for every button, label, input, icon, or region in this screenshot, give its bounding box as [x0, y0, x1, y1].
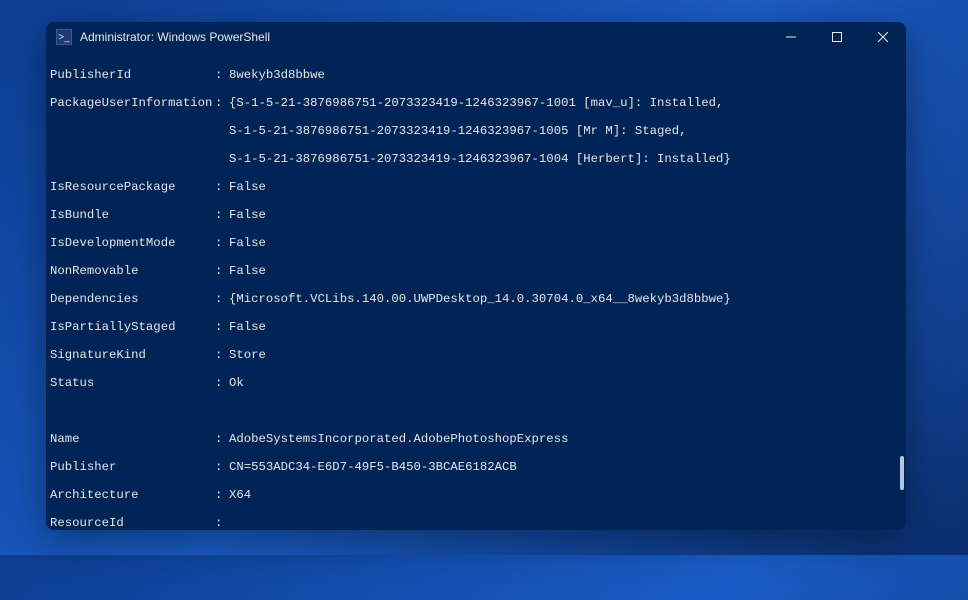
separator: : [215, 180, 229, 194]
separator: : [215, 68, 229, 82]
window-controls [768, 22, 906, 52]
field-value: False [229, 180, 900, 194]
separator: : [215, 208, 229, 222]
field-value: CN=553ADC34-E6D7-49F5-B450-3BCAE6182ACB [229, 460, 900, 474]
field-label: SignatureKind [50, 348, 215, 362]
field-label: Dependencies [50, 292, 215, 306]
separator: : [215, 432, 229, 446]
field-label: IsPartiallyStaged [50, 320, 215, 334]
window-title: Administrator: Windows PowerShell [80, 30, 768, 44]
close-button[interactable] [860, 22, 906, 52]
field-label: ResourceId [50, 516, 215, 530]
titlebar[interactable]: >_ Administrator: Windows PowerShell [46, 22, 906, 52]
field-label: IsDevelopmentMode [50, 236, 215, 250]
field-label: NonRemovable [50, 264, 215, 278]
separator: : [215, 264, 229, 278]
scrollbar-thumb[interactable] [900, 456, 904, 490]
separator: : [215, 348, 229, 362]
separator: : [215, 376, 229, 390]
field-value: X64 [229, 488, 900, 502]
field-label: Status [50, 376, 215, 390]
field-value: 8wekyb3d8bbwe [229, 68, 900, 82]
field-value: False [229, 320, 900, 334]
field-value-cont: S-1-5-21-3876986751-2073323419-124632396… [50, 152, 900, 166]
field-value-cont: S-1-5-21-3876986751-2073323419-124632396… [50, 124, 900, 138]
separator: : [215, 96, 229, 110]
terminal-output[interactable]: PublisherId:8wekyb3d8bbwe PackageUserInf… [46, 52, 906, 530]
maximize-button[interactable] [814, 22, 860, 52]
scrollbar-track[interactable] [892, 52, 906, 530]
field-value: False [229, 208, 900, 222]
field-value [229, 516, 900, 530]
field-value: {S-1-5-21-3876986751-2073323419-12463239… [229, 96, 900, 110]
field-label: IsResourcePackage [50, 180, 215, 194]
field-value: Ok [229, 376, 900, 390]
field-label: Architecture [50, 488, 215, 502]
minimize-button[interactable] [768, 22, 814, 52]
field-value: False [229, 236, 900, 250]
field-label: PublisherId [50, 68, 215, 82]
field-label: IsBundle [50, 208, 215, 222]
separator: : [215, 236, 229, 250]
separator: : [215, 320, 229, 334]
separator: : [215, 460, 229, 474]
field-label: PackageUserInformation [50, 96, 215, 110]
separator: : [215, 516, 229, 530]
field-value: Store [229, 348, 900, 362]
separator: : [215, 488, 229, 502]
field-label: Publisher [50, 460, 215, 474]
powershell-icon: >_ [56, 29, 72, 45]
field-value: False [229, 264, 900, 278]
field-label: Name [50, 432, 215, 446]
field-value: AdobeSystemsIncorporated.AdobePhotoshopE… [229, 432, 900, 446]
field-value: {Microsoft.VCLibs.140.00.UWPDesktop_14.0… [229, 292, 900, 306]
separator: : [215, 292, 229, 306]
powershell-window: >_ Administrator: Windows PowerShell Pub… [46, 22, 906, 530]
